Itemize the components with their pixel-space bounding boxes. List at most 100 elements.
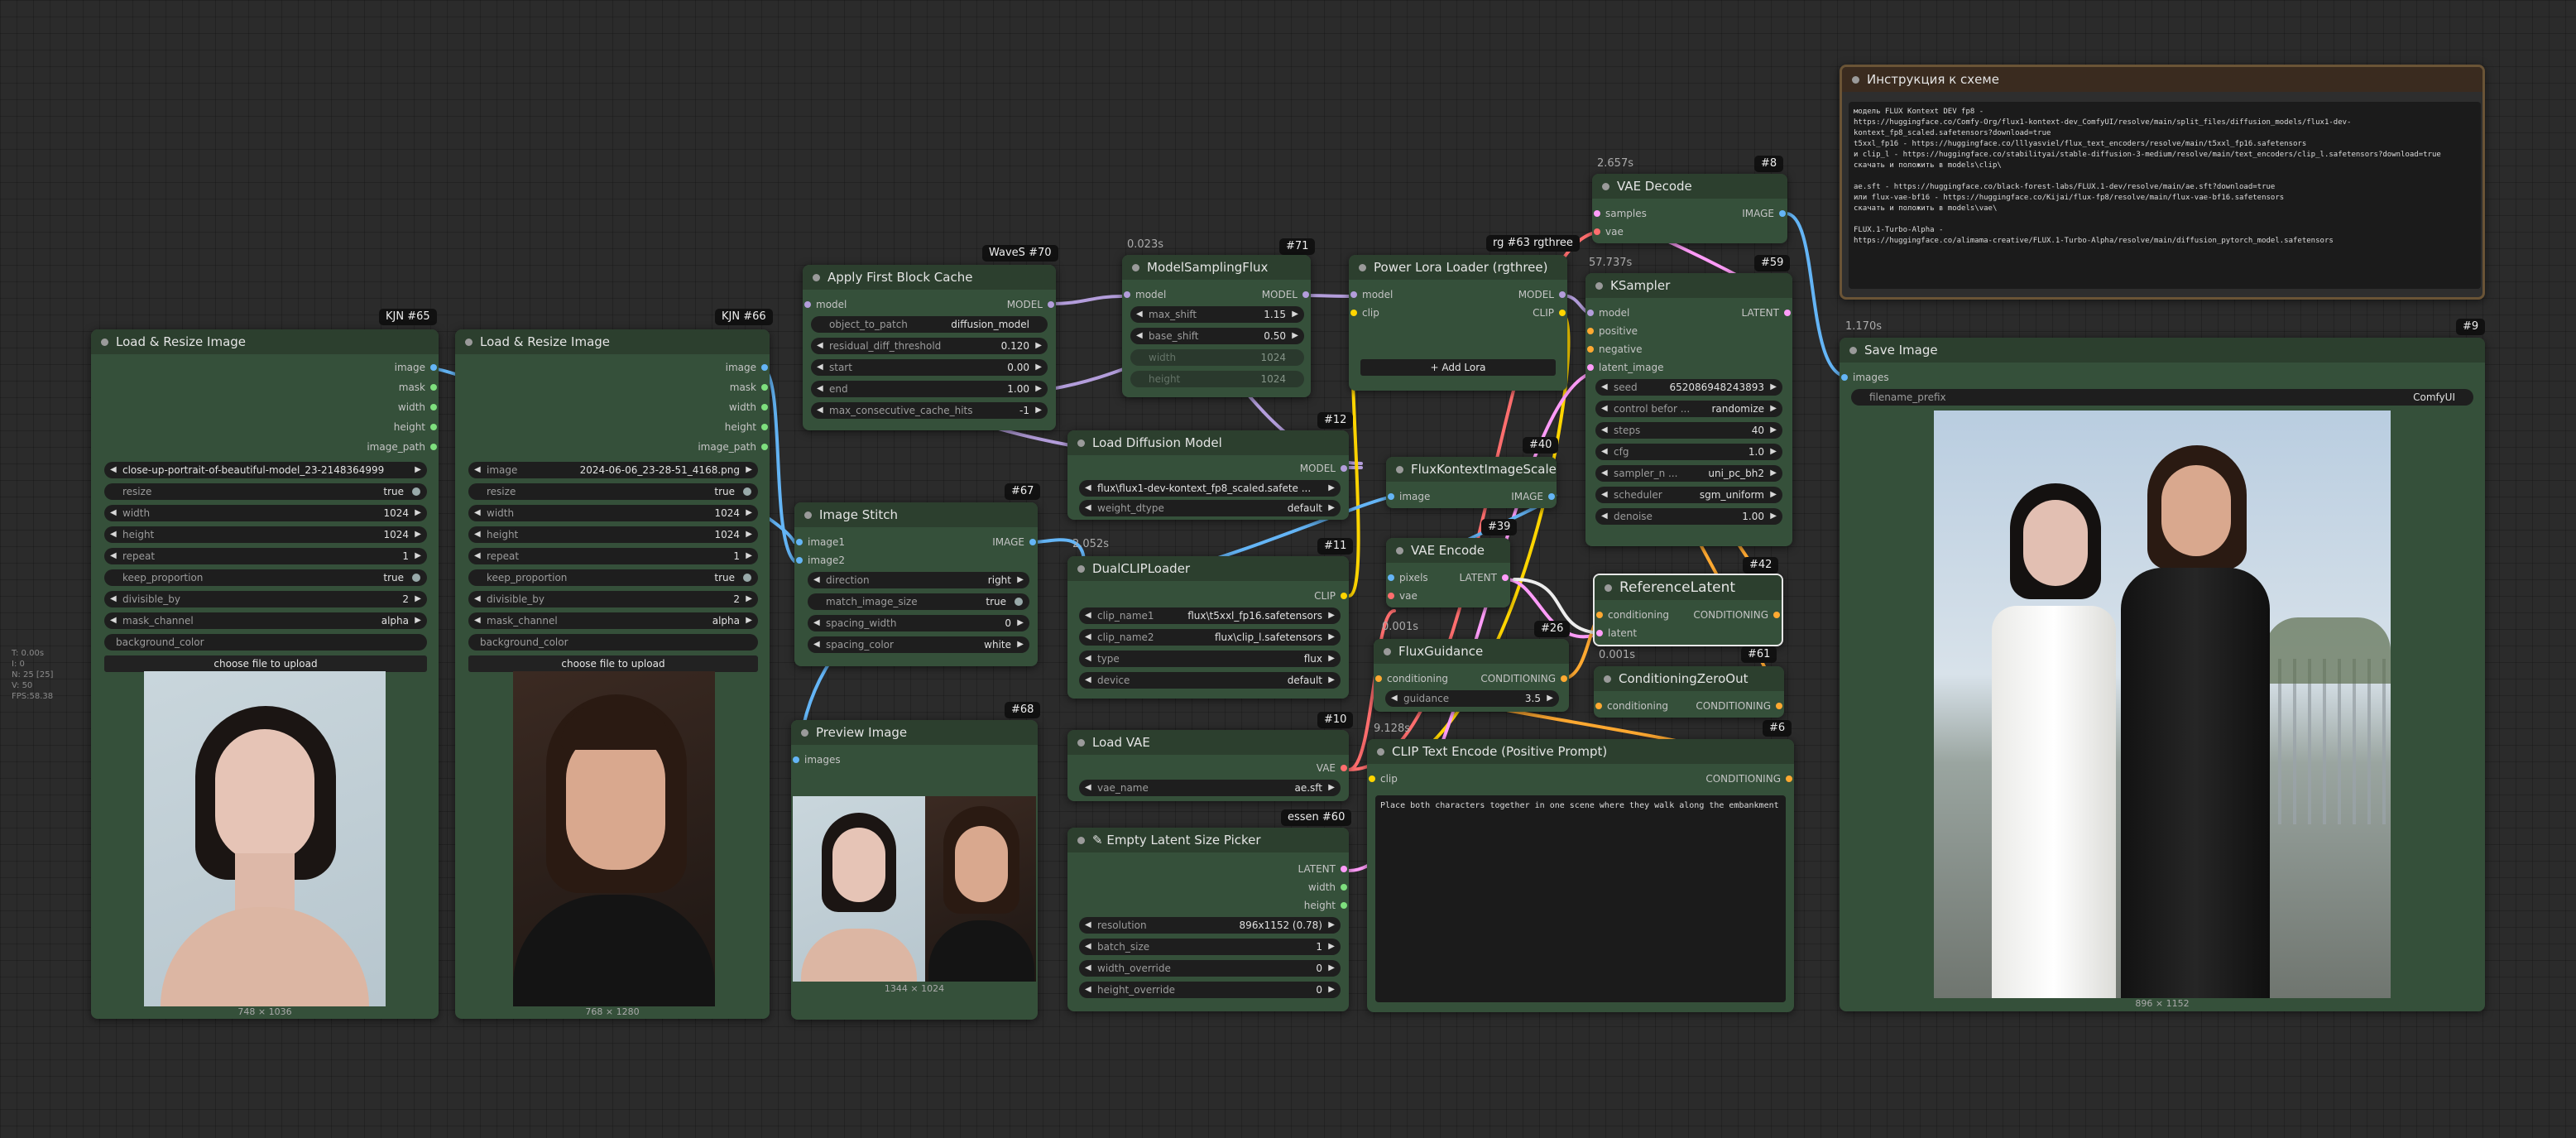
input-slot-model[interactable]: model	[1585, 306, 1629, 319]
arrow-left-icon[interactable]: ◀	[1085, 651, 1091, 667]
input-slot-images[interactable]: images	[1840, 371, 1889, 384]
output-slot-conditioning[interactable]: CONDITIONING	[1705, 772, 1794, 785]
input-slot-conditioning[interactable]: conditioning	[1594, 699, 1668, 713]
text-filename-prefix[interactable]: filename_prefix ComfyUI	[1851, 389, 2473, 406]
arrow-left-icon[interactable]: ◀	[813, 615, 820, 631]
output-slot-latent[interactable]: LATENT	[1742, 306, 1792, 319]
combo-image[interactable]: ◀ close-up-portrait-of-beautiful-model_23…	[104, 462, 427, 478]
input-slot-vae[interactable]: vae	[1386, 589, 1418, 603]
node-title[interactable]: VAE Decode	[1592, 174, 1787, 199]
arrow-right-icon[interactable]: ▶	[415, 526, 421, 543]
number-width[interactable]: ◀ width 1024 ▶	[468, 505, 758, 521]
arrow-left-icon[interactable]: ◀	[1085, 480, 1091, 497]
output-slot-height[interactable]: height	[725, 420, 770, 434]
node-title[interactable]: ReferenceLatent	[1595, 575, 1782, 600]
output-slot-width[interactable]: width	[398, 401, 439, 414]
arrow-right-icon[interactable]: ▶	[1328, 672, 1335, 689]
number-height[interactable]: ◀ height 1024 ▶	[104, 526, 427, 543]
node-flux-guidance[interactable]: FluxGuidance conditioning CONDITIONING ◀…	[1374, 639, 1569, 712]
output-slot-image-path[interactable]: image_path	[698, 440, 770, 454]
arrow-left-icon[interactable]: ◀	[1136, 306, 1143, 323]
arrow-left-icon[interactable]: ◀	[813, 636, 820, 653]
output-slot-height[interactable]: height	[1304, 899, 1349, 912]
arrow-left-icon[interactable]: ◀	[474, 462, 481, 478]
output-slot-vae[interactable]: VAE	[1317, 761, 1349, 775]
arrow-right-icon[interactable]: ▶	[1770, 465, 1777, 482]
output-slot-clip[interactable]: CLIP	[1533, 306, 1567, 319]
combo-vae-name[interactable]: ◀ vae_name ae.sft ▶	[1079, 780, 1341, 796]
output-slot-latent[interactable]: LATENT	[1298, 862, 1349, 876]
node-vae-decode[interactable]: VAE Decode samples vae IMAGE	[1592, 174, 1787, 243]
prompt-textarea[interactable]: Place both characters together in one sc…	[1375, 795, 1786, 1002]
input-slot-model[interactable]: model	[803, 298, 847, 311]
arrow-right-icon[interactable]: ▶	[746, 462, 752, 478]
text-background-color[interactable]: background_color	[104, 634, 427, 651]
arrow-left-icon[interactable]: ◀	[110, 505, 117, 521]
output-slot-latent[interactable]: LATENT	[1460, 571, 1510, 584]
arrow-left-icon[interactable]: ◀	[1085, 500, 1091, 516]
arrow-right-icon[interactable]: ▶	[1017, 636, 1024, 653]
arrow-left-icon[interactable]: ◀	[110, 612, 117, 629]
number-max-consecutive-cache-hits[interactable]: ◀ max_consecutive_cache_hits -1 ▶	[811, 402, 1048, 419]
node-title[interactable]: ✎ Empty Latent Size Picker	[1067, 828, 1349, 852]
number-repeat[interactable]: ◀ repeat 1 ▶	[104, 548, 427, 564]
input-slot-positive[interactable]: positive	[1585, 324, 1638, 338]
number-width-override[interactable]: ◀ width_override 0 ▶	[1079, 960, 1341, 977]
node-conditioning-zero-out[interactable]: ConditioningZeroOut conditioning CONDITI…	[1594, 666, 1784, 718]
node-title[interactable]: ModelSamplingFlux	[1122, 255, 1311, 280]
input-slot-model[interactable]: model	[1349, 288, 1393, 301]
node-note-instructions[interactable]: Инструкция к схеме модель FLUX Kontext D…	[1840, 65, 2485, 300]
note-textarea[interactable]: модель FLUX Kontext DEV fp8 - https://hu…	[1849, 102, 2481, 289]
number-divisible-by[interactable]: ◀ divisible_by 2 ▶	[104, 591, 427, 607]
toggle-resize[interactable]: resize true	[104, 483, 427, 500]
arrow-left-icon[interactable]: ◀	[1601, 401, 1608, 417]
arrow-right-icon[interactable]: ▶	[415, 548, 421, 564]
node-title[interactable]: DualCLIPLoader	[1067, 556, 1349, 581]
combo-image[interactable]: ◀ image 2024-06-06_23-28-51_4168.png ▶	[468, 462, 758, 478]
node-flux-kontext-image-scale[interactable]: FluxKontextImageScale image IMAGE	[1386, 457, 1557, 508]
combo-spacing-color[interactable]: ◀ spacing_color white ▶	[808, 636, 1029, 653]
arrow-right-icon[interactable]: ▶	[1035, 338, 1042, 354]
arrow-left-icon[interactable]: ◀	[1085, 629, 1091, 646]
arrow-left-icon[interactable]: ◀	[474, 548, 481, 564]
arrow-right-icon[interactable]: ▶	[1770, 379, 1777, 396]
input-slot-clip[interactable]: clip	[1349, 306, 1379, 319]
arrow-left-icon[interactable]: ◀	[474, 591, 481, 607]
input-slot-image[interactable]: image	[1386, 490, 1430, 503]
input-slot-clip[interactable]: clip	[1367, 772, 1398, 785]
input-slot-image1[interactable]: image1	[794, 535, 845, 549]
node-load-resize-image-65[interactable]: Load & Resize Image image mask width hei…	[91, 329, 439, 1019]
output-slot-conditioning[interactable]: CONDITIONING	[1480, 672, 1569, 685]
node-clip-text-encode[interactable]: CLIP Text Encode (Positive Prompt) clip …	[1367, 739, 1794, 1012]
arrow-right-icon[interactable]: ▶	[415, 591, 421, 607]
arrow-left-icon[interactable]: ◀	[110, 548, 117, 564]
node-title[interactable]: Инструкция к схеме	[1842, 67, 2482, 92]
number-start[interactable]: ◀ start 0.00 ▶	[811, 359, 1048, 376]
combo-mask-channel[interactable]: ◀ mask_channel alpha ▶	[468, 612, 758, 629]
arrow-right-icon[interactable]: ▶	[415, 505, 421, 521]
number-divisible-by[interactable]: ◀ divisible_by 2 ▶	[468, 591, 758, 607]
number-base-shift[interactable]: ◀ base_shift 0.50 ▶	[1130, 328, 1304, 344]
arrow-right-icon[interactable]: ▶	[1328, 960, 1335, 977]
arrow-left-icon[interactable]: ◀	[817, 338, 823, 354]
arrow-right-icon[interactable]: ▶	[746, 505, 752, 521]
output-slot-image[interactable]: image	[726, 361, 770, 374]
number-end[interactable]: ◀ end 1.00 ▶	[811, 381, 1048, 397]
arrow-left-icon[interactable]: ◀	[1601, 379, 1608, 396]
arrow-right-icon[interactable]: ▶	[1017, 572, 1024, 588]
node-ksampler[interactable]: KSampler model positive negative latent_…	[1585, 273, 1792, 546]
arrow-left-icon[interactable]: ◀	[817, 381, 823, 397]
arrow-right-icon[interactable]: ▶	[1770, 508, 1777, 525]
node-title[interactable]: Load & Resize Image	[455, 329, 770, 354]
arrow-right-icon[interactable]: ▶	[1035, 381, 1042, 397]
arrow-left-icon[interactable]: ◀	[1085, 672, 1091, 689]
input-slot-conditioning[interactable]: conditioning	[1374, 672, 1448, 685]
combo-type[interactable]: ◀ type flux ▶	[1079, 651, 1341, 667]
arrow-right-icon[interactable]: ▶	[1328, 629, 1335, 646]
arrow-left-icon[interactable]: ◀	[474, 505, 481, 521]
add-lora-button[interactable]: + Add Lora	[1360, 359, 1556, 376]
output-slot-image-path[interactable]: image_path	[367, 440, 439, 454]
arrow-right-icon[interactable]: ▶	[1328, 939, 1335, 955]
arrow-left-icon[interactable]: ◀	[1085, 780, 1091, 796]
input-slot-samples[interactable]: samples	[1592, 207, 1647, 220]
